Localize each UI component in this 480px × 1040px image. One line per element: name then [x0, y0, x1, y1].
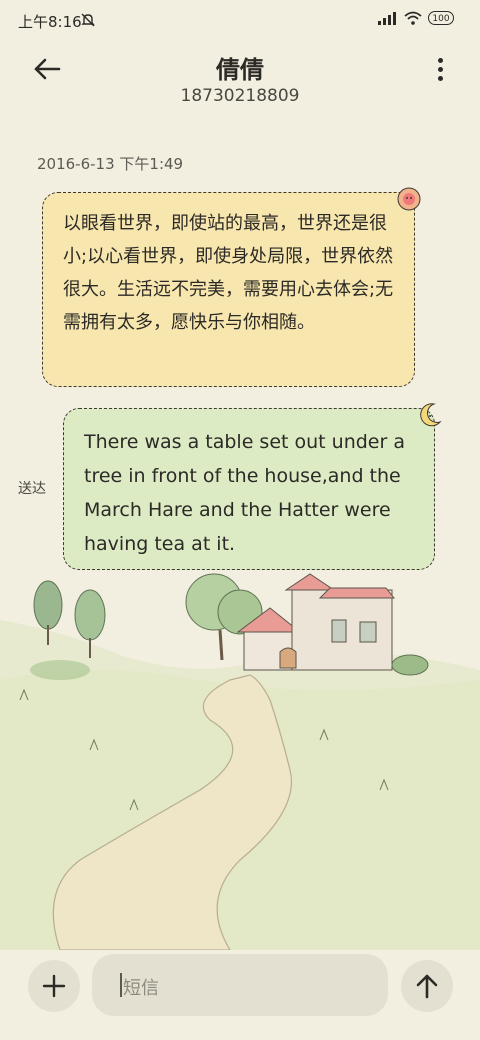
outgoing-message-bubble[interactable]: There was a table set out under a tree i… — [63, 408, 435, 570]
signal-icon — [378, 12, 396, 25]
send-button[interactable] — [401, 960, 453, 1012]
contact-name: 倩倩 — [216, 56, 264, 84]
flower-icon — [397, 187, 421, 211]
landscape-illustration — [0, 573, 480, 950]
text-caret — [120, 973, 122, 997]
contact-number: 18730218809 — [180, 86, 300, 106]
add-attachment-button[interactable] — [28, 960, 80, 1012]
status-right-group: 100 — [378, 11, 454, 25]
mute-icon — [81, 13, 95, 27]
outgoing-message-text: There was a table set out under a tree i… — [84, 431, 405, 555]
incoming-message-bubble[interactable]: 以眼看世界，即使站的最高，世界还是很小;以心看世界，即使身处局限，世界依然很大。… — [42, 192, 415, 387]
more-options-button[interactable] — [430, 54, 450, 84]
incoming-message-text: 以眼看世界，即使站的最高，世界还是很小;以心看世界，即使身处局限，世界依然很大。… — [63, 213, 394, 333]
message-input-placeholder: 短信 — [123, 978, 159, 999]
battery-icon: 100 — [428, 11, 454, 25]
message-timestamp: 2016-6-13 下午1:49 — [37, 155, 184, 173]
delivery-status: 送达 — [18, 481, 46, 497]
more-vertical-icon — [437, 57, 443, 63]
plus-icon — [42, 974, 66, 998]
wifi-icon — [404, 11, 422, 25]
send-arrow-up-icon — [416, 974, 438, 999]
moon-icon — [420, 403, 442, 427]
status-bar: 上午8:16 100 — [0, 0, 480, 40]
status-time: 上午8:16 — [18, 13, 82, 31]
